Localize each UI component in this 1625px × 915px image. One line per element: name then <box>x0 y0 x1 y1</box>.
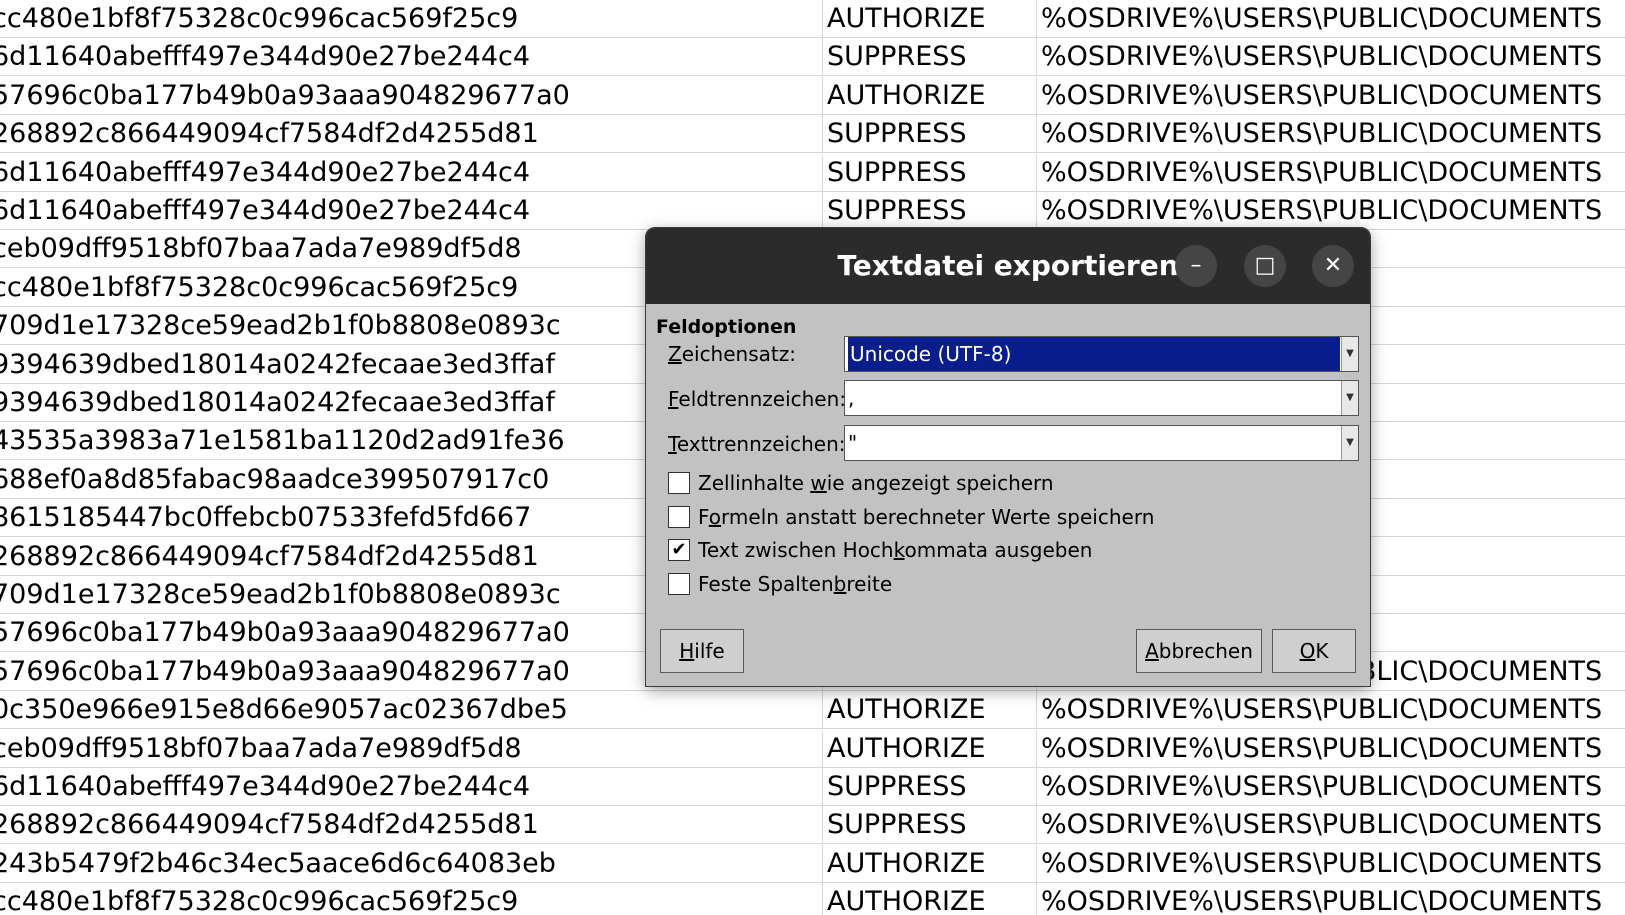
charset-select[interactable]: Unicode (UTF-8) ▼ <box>844 336 1359 372</box>
option-label[interactable]: Text zwischen Hochkommata ausgeben <box>698 538 1092 562</box>
option-checkbox[interactable] <box>668 505 690 528</box>
table-row[interactable]: 57696c0ba177b49b0a93aaa904829677a0AUTHOR… <box>0 76 1625 115</box>
field-separator-combobox[interactable]: , ▼ <box>844 380 1359 416</box>
field-separator-label: Feldtrennzeichen: <box>668 387 847 411</box>
text-delimiter-label: Texttrennzeichen: <box>668 432 846 456</box>
action-cell[interactable]: SUPPRESS <box>822 38 1036 77</box>
path-cell[interactable]: %OSDRIVE%\USERS\PUBLIC\DOCUMENTS <box>1036 192 1625 230</box>
path-cell[interactable]: %OSDRIVE%\USERS\PUBLIC\DOCUMENTS <box>1036 729 1625 768</box>
action-cell[interactable]: SUPPRESS <box>822 806 1036 845</box>
action-cell[interactable]: AUTHORIZE <box>822 729 1036 768</box>
path-cell[interactable]: %OSDRIVE%\USERS\PUBLIC\DOCUMENTS <box>1036 76 1625 115</box>
path-cell[interactable]: %OSDRIVE%\USERS\PUBLIC\DOCUMENTS <box>1036 806 1625 845</box>
action-cell[interactable]: SUPPRESS <box>822 192 1036 230</box>
section-title-field-options: Feldoptionen <box>656 316 797 338</box>
path-cell[interactable]: %OSDRIVE%\USERS\PUBLIC\DOCUMENTS <box>1036 153 1625 192</box>
field-separator-value: , <box>848 386 855 410</box>
charset-value: Unicode (UTF-8) <box>848 337 1340 371</box>
hash-cell[interactable]: ceb09dff9518bf07baa7ada7e989df5d8 <box>0 730 822 768</box>
dialog-titlebar[interactable]: Textdatei exportieren – □ ✕ <box>646 228 1370 304</box>
table-row[interactable]: 268892c866449094cf7584df2d4255d81 SUPPRES… <box>0 115 1625 154</box>
hash-cell[interactable]: 268892c866449094cf7584df2d4255d81 <box>0 115 822 153</box>
path-cell[interactable]: %OSDRIVE%\USERS\PUBLIC\DOCUMENTS <box>1036 115 1625 154</box>
action-cell[interactable]: AUTHORIZE <box>822 691 1036 730</box>
hash-cell[interactable]: 243b5479f2b46c34ec5aace6d6c64083eb <box>0 845 822 883</box>
action-cell[interactable]: AUTHORIZE <box>822 844 1036 883</box>
chevron-down-icon[interactable]: ▼ <box>1341 337 1358 371</box>
path-cell[interactable]: %OSDRIVE%\USERS\PUBLIC\DOCUMENTS <box>1036 883 1625 915</box>
table-row[interactable]: 0c350e966e915e8d66e9057ac02367dbe5 AUTHOR… <box>0 691 1625 730</box>
hash-cell[interactable]: 57696c0ba177b49b0a93aaa904829677a0 <box>0 77 822 115</box>
table-row[interactable]: 6d11640abefff497e344d90e27be244c4 SUPPRES… <box>0 192 1625 230</box>
action-cell[interactable]: SUPPRESS <box>822 153 1036 192</box>
hash-cell[interactable]: 6d11640abefff497e344d90e27be244c4 <box>0 768 822 806</box>
path-cell[interactable]: %OSDRIVE%\USERS\PUBLIC\DOCUMENTS <box>1036 38 1625 77</box>
path-cell[interactable]: %OSDRIVE%\USERS\PUBLIC\DOCUMENTS <box>1036 768 1625 806</box>
action-cell[interactable]: SUPPRESS <box>822 768 1036 806</box>
chevron-down-icon[interactable]: ▼ <box>1341 426 1358 460</box>
maximize-icon: □ <box>1254 253 1276 278</box>
minimize-button[interactable]: – <box>1175 245 1217 287</box>
option-label[interactable]: Formeln anstatt berechneter Werte speich… <box>698 505 1154 529</box>
cancel-button[interactable]: Abbrechen <box>1136 629 1262 673</box>
hash-cell[interactable]: cc480e1bf8f75328c0c996cac569f25c9 <box>0 0 822 38</box>
text-delimiter-value: " <box>848 431 858 455</box>
table-row[interactable]: cc480e1bf8f75328c0c996cac569f25c9 AUTHORI… <box>0 883 1625 915</box>
hash-cell[interactable]: 268892c866449094cf7584df2d4255d81 <box>0 806 822 844</box>
path-cell[interactable]: %OSDRIVE%\USERS\PUBLIC\DOCUMENTS <box>1036 844 1625 883</box>
chevron-down-icon[interactable]: ▼ <box>1341 381 1358 415</box>
help-button[interactable]: Hilfe <box>660 629 744 673</box>
text-delimiter-combobox[interactable]: " ▼ <box>844 425 1359 461</box>
action-cell[interactable]: SUPPRESS <box>822 115 1036 154</box>
charset-label: Zeichensatz: <box>668 342 796 366</box>
table-row[interactable]: 6d11640abefff497e344d90e27be244c4 SUPPRES… <box>0 768 1625 806</box>
option-label[interactable]: Zellinhalte wie angezeigt speichern <box>698 471 1054 495</box>
action-cell[interactable]: AUTHORIZE <box>822 76 1036 115</box>
hash-cell[interactable]: cc480e1bf8f75328c0c996cac569f25c9 <box>0 883 822 915</box>
export-text-file-dialog: Textdatei exportieren – □ ✕ Feldoptionen… <box>645 227 1371 687</box>
option-checkbox[interactable] <box>668 472 690 494</box>
option-label[interactable]: Feste Spaltenbreite <box>698 572 892 596</box>
path-cell[interactable]: %OSDRIVE%\USERS\PUBLIC\DOCUMENTS <box>1036 691 1625 730</box>
table-row[interactable]: 6d11640abefff497e344d90e27be244c4 SUPPRES… <box>0 38 1625 77</box>
close-button[interactable]: ✕ <box>1312 245 1354 287</box>
table-row[interactable]: 268892c866449094cf7584df2d4255d81 SUPPRES… <box>0 806 1625 845</box>
maximize-button[interactable]: □ <box>1244 245 1286 287</box>
table-row[interactable]: cc480e1bf8f75328c0c996cac569f25c9 AUTHORI… <box>0 0 1625 38</box>
close-icon: ✕ <box>1323 253 1343 278</box>
hash-cell[interactable]: 0c350e966e915e8d66e9057ac02367dbe5 <box>0 691 822 729</box>
hash-cell[interactable]: 6d11640abefff497e344d90e27be244c4 <box>0 192 822 230</box>
action-cell[interactable]: AUTHORIZE <box>822 0 1036 38</box>
action-cell[interactable]: AUTHORIZE <box>822 883 1036 915</box>
table-row[interactable]: ceb09dff9518bf07baa7ada7e989df5d8 AUTHORI… <box>0 729 1625 768</box>
minimize-icon: – <box>1190 253 1202 278</box>
hash-cell[interactable]: 6d11640abefff497e344d90e27be244c4 <box>0 38 822 76</box>
ok-button[interactable]: OK <box>1272 629 1356 673</box>
table-row[interactable]: 6d11640abefff497e344d90e27be244c4 SUPPRES… <box>0 153 1625 192</box>
path-cell[interactable]: %OSDRIVE%\USERS\PUBLIC\DOCUMENTS <box>1036 0 1625 38</box>
option-checkbox[interactable] <box>668 572 690 595</box>
hash-cell[interactable]: 6d11640abefff497e344d90e27be244c4 <box>0 154 822 192</box>
option-checkbox[interactable]: ✔ <box>668 539 690 561</box>
checkmark-icon: ✔ <box>671 539 687 560</box>
table-row[interactable]: 243b5479f2b46c34ec5aace6d6c64083eb AUTHOR… <box>0 844 1625 883</box>
